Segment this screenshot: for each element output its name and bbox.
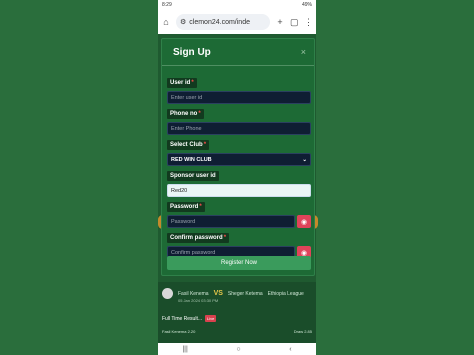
home-team: Fasil Kenema [178, 290, 209, 297]
modal-title: Sign Up [173, 46, 211, 58]
recents-icon[interactable]: ||| [182, 346, 187, 353]
match-card[interactable]: Fasil Kenema VS Sheger Ketema Ethiopia L… [158, 282, 316, 343]
sponsor-label: Sponsor user id [167, 171, 219, 181]
club-label: Select Club* [167, 140, 210, 150]
close-icon[interactable]: × [301, 47, 306, 57]
address-bar[interactable]: ⚙ clemon24.com/inde [176, 14, 270, 30]
team-logo [162, 288, 173, 299]
menu-icon[interactable]: ⋮ [304, 17, 313, 28]
home-nav-icon[interactable]: ○ [236, 346, 240, 353]
league-name: Ethiopia League [267, 290, 304, 297]
odds-home[interactable]: Fasil Kenema 2.20 [162, 329, 195, 334]
live-badge: Live [205, 315, 217, 322]
site-info-icon[interactable]: ⚙ [180, 18, 186, 26]
signup-modal: Sign Up × User id* Enter user id Phone n… [161, 38, 315, 276]
result-label: Full Time Result... [162, 315, 203, 322]
android-nav-bar: ||| ○ ‹ [158, 343, 316, 355]
chevron-down-icon: ⌄ [302, 156, 307, 163]
vs-icon: VS [213, 290, 223, 297]
match-date: 05 Jan 2024 03:30 PM [178, 298, 219, 303]
user-id-field: User id* Enter user id [167, 71, 311, 104]
user-id-label: User id* [167, 78, 197, 88]
status-time: 8:29 [162, 2, 172, 8]
new-tab-icon[interactable]: + [276, 17, 284, 27]
browser-toolbar: ⌂ ⚙ clemon24.com/inde + ▢ ⋮ [158, 10, 316, 34]
back-icon[interactable]: ‹ [289, 346, 291, 353]
club-field: Select Club* RED WIN CLUB ⌄ [167, 133, 311, 166]
odds-draw[interactable]: Draw 2.85 [294, 329, 312, 334]
away-team: Sheger Ketema [227, 290, 263, 297]
tabs-icon[interactable]: ▢ [290, 17, 299, 28]
status-bar: 8:29 49% [158, 0, 316, 10]
confirm-password-field: Confirm password* Confirm password ◉ [167, 226, 311, 259]
phone-label: Phone no* [167, 109, 204, 119]
url-text: clemon24.com/inde [189, 18, 250, 26]
status-battery: 49% [301, 2, 312, 8]
sponsor-field: Sponsor user id Red20 [167, 164, 311, 197]
password-field: Password* Password ◉ [167, 195, 311, 228]
phone-field: Phone no* Enter Phone [167, 102, 311, 135]
confirm-password-label: Confirm password* [167, 233, 230, 243]
home-icon[interactable]: ⌂ [162, 17, 170, 27]
club-value: RED WIN CLUB [171, 156, 212, 163]
register-button[interactable]: Register Now [167, 256, 311, 270]
password-label: Password* [167, 202, 205, 212]
